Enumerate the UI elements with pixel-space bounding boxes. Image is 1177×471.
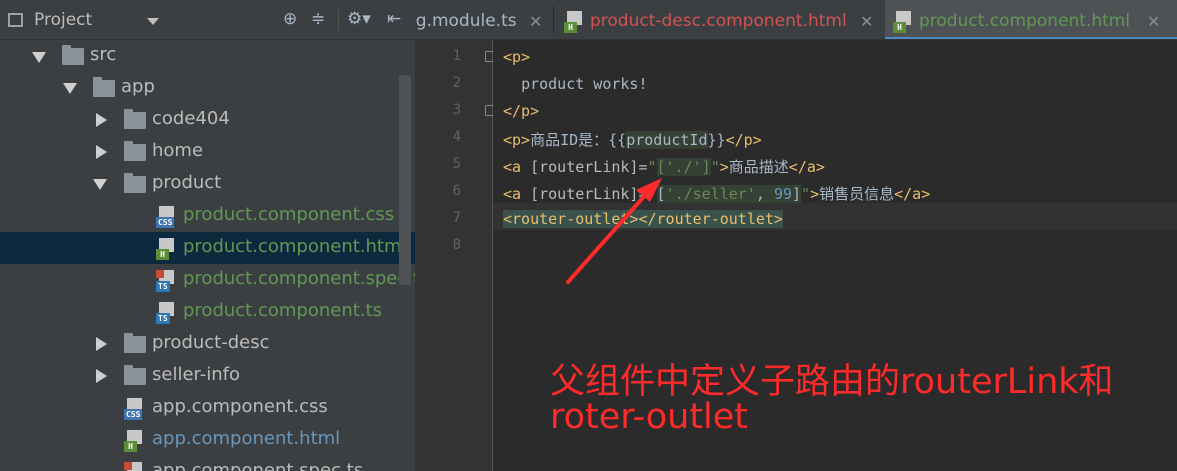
annotation-text-line2: roter-outlet bbox=[550, 397, 749, 437]
annotation-arrow-shaft bbox=[566, 190, 650, 284]
